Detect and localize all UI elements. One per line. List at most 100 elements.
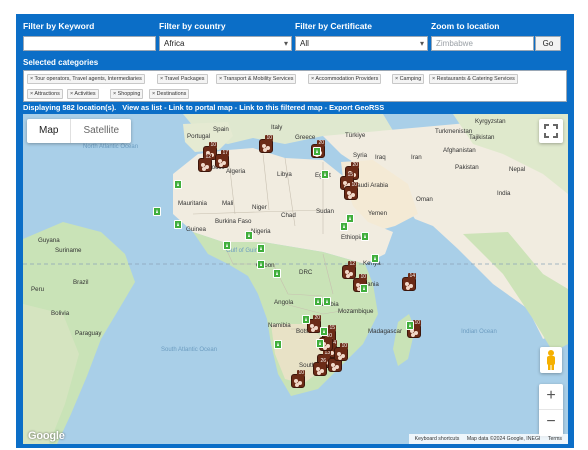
map-label-algeria: Algeria bbox=[226, 168, 246, 175]
location-cluster-marker[interactable]: 10 bbox=[344, 182, 358, 200]
location-pin[interactable] bbox=[323, 297, 331, 306]
map-label-indian-ocean: Indian Ocean bbox=[461, 329, 497, 335]
pegman-icon bbox=[547, 350, 555, 370]
street-view-pegman[interactable] bbox=[540, 347, 562, 373]
category-chip[interactable]: × Tour operators, Travel agents, Interme… bbox=[27, 74, 145, 84]
map-canvas[interactable]: Portugal Spain Italy Greece Türkiye Kyrg… bbox=[23, 114, 568, 444]
map-label-angola: Angola bbox=[274, 299, 294, 306]
satellite-view-button[interactable]: Satellite bbox=[70, 119, 131, 143]
zoom-location-label: Zoom to location bbox=[431, 21, 500, 31]
map-label-madagascar: Madagascar bbox=[368, 328, 403, 335]
map-label-pakistan: Pakistan bbox=[455, 164, 479, 171]
cluster-count: 12 bbox=[348, 261, 356, 267]
terms-link[interactable]: Terms bbox=[548, 436, 562, 442]
location-cluster-marker[interactable]: 10 bbox=[259, 135, 273, 153]
location-pin[interactable] bbox=[257, 260, 265, 269]
location-pin[interactable] bbox=[346, 214, 354, 223]
location-pin[interactable] bbox=[360, 284, 368, 293]
map-label-chad: Chad bbox=[281, 212, 296, 219]
map-label-mozambique: Mozambique bbox=[338, 308, 374, 315]
location-cluster-marker[interactable]: 10 bbox=[291, 370, 305, 388]
location-pin[interactable] bbox=[340, 222, 348, 231]
location-pin[interactable] bbox=[320, 327, 328, 336]
map-label-nigeria: Nigeria bbox=[251, 228, 271, 235]
map-label-nepal: Nepal bbox=[509, 166, 526, 173]
cluster-count: 14 bbox=[408, 273, 416, 279]
map-label-greece: Greece bbox=[295, 134, 316, 141]
location-cluster-marker[interactable]: 12 bbox=[342, 261, 356, 279]
filter-panel: Filter by Keyword Filter by country Afri… bbox=[16, 14, 574, 448]
map-base bbox=[23, 114, 568, 444]
zoom-location-input[interactable]: Zimbabwe bbox=[431, 36, 534, 51]
map-links[interactable]: View as list - Link to portal map - Link… bbox=[122, 103, 384, 112]
map-label-iran: Iran bbox=[411, 154, 422, 161]
map-label-suriname: Suriname bbox=[55, 247, 82, 254]
results-status: Displaying 582 location(s). View as list… bbox=[23, 103, 384, 112]
category-chip[interactable]: × Shopping bbox=[110, 89, 144, 99]
location-pin[interactable] bbox=[273, 269, 281, 278]
map-label-turkmenistan: Turkmenistan bbox=[435, 128, 473, 135]
cluster-count: 12 bbox=[204, 154, 212, 160]
location-pin[interactable] bbox=[223, 241, 231, 250]
map-label-kyrgyzstan: Kyrgyzstan bbox=[475, 118, 506, 125]
category-chip[interactable]: × Travel Packages bbox=[157, 74, 208, 84]
map-label-paraguay: Paraguay bbox=[75, 330, 102, 337]
location-pin[interactable] bbox=[314, 297, 322, 306]
location-pin[interactable] bbox=[257, 244, 265, 253]
location-pin[interactable] bbox=[371, 254, 379, 263]
location-cluster-marker[interactable]: 12 bbox=[198, 154, 212, 172]
map-label-spain: Spain bbox=[213, 126, 229, 133]
map-label-turkey: Türkiye bbox=[345, 132, 366, 139]
location-cluster-marker[interactable]: 17 bbox=[215, 150, 229, 168]
location-pin[interactable] bbox=[153, 207, 161, 216]
location-pin[interactable] bbox=[321, 170, 329, 179]
location-pin[interactable] bbox=[274, 340, 282, 349]
location-pin[interactable] bbox=[406, 321, 414, 330]
category-chip[interactable]: × Restaurants & Catering Services bbox=[429, 74, 518, 84]
zoom-out-button[interactable]: − bbox=[539, 410, 563, 436]
location-pin[interactable] bbox=[302, 315, 310, 324]
map-label-iraq: Iraq bbox=[375, 154, 386, 161]
location-cluster-marker[interactable]: 14 bbox=[402, 273, 416, 291]
displaying-count: Displaying 582 location(s). bbox=[23, 103, 117, 112]
country-filter-label: Filter by country bbox=[159, 21, 226, 31]
location-pin[interactable] bbox=[174, 220, 182, 229]
go-button[interactable]: Go bbox=[535, 36, 561, 51]
cluster-count: 10 bbox=[265, 135, 273, 141]
location-pin[interactable] bbox=[245, 231, 253, 240]
category-chip[interactable]: × Attractions bbox=[27, 89, 63, 99]
category-chip[interactable]: × Destinations bbox=[149, 89, 190, 99]
map-label-portugal: Portugal bbox=[187, 133, 211, 140]
cluster-count: 26 bbox=[319, 358, 327, 364]
location-pin[interactable] bbox=[313, 147, 321, 156]
map-label-mauritania: Mauritania bbox=[178, 200, 207, 207]
zoom-in-button[interactable]: + bbox=[539, 384, 563, 410]
zoom-control: + − bbox=[539, 384, 563, 436]
certificate-select[interactable]: All bbox=[295, 36, 428, 51]
keyboard-shortcuts-link[interactable]: Keyboard shortcuts bbox=[415, 436, 460, 442]
map-label-guyana: Guyana bbox=[38, 237, 60, 244]
map-view-button[interactable]: Map bbox=[27, 119, 70, 143]
category-chip[interactable]: × Transport & Mobility Services bbox=[216, 74, 297, 84]
location-pin[interactable] bbox=[174, 180, 182, 189]
location-pin[interactable] bbox=[361, 232, 369, 241]
fullscreen-button[interactable] bbox=[539, 119, 563, 143]
cluster-count: 15 bbox=[346, 172, 354, 178]
country-select[interactable]: Africa bbox=[159, 36, 292, 51]
map-label-sudan: Sudan bbox=[316, 208, 334, 215]
map-label-brazil: Brazil bbox=[73, 279, 89, 286]
keyword-input[interactable] bbox=[23, 36, 156, 51]
certificate-filter-label: Filter by Certificate bbox=[295, 21, 372, 31]
location-pin[interactable] bbox=[316, 339, 324, 348]
fullscreen-icon bbox=[544, 124, 558, 138]
category-chip[interactable]: × Camping bbox=[392, 74, 425, 84]
category-chip[interactable]: × Accommodation Providers bbox=[308, 74, 382, 84]
cluster-count: 10 bbox=[209, 142, 217, 148]
category-chip[interactable]: × Activities bbox=[67, 89, 99, 99]
map-label-oman: Oman bbox=[416, 196, 433, 203]
location-cluster-marker[interactable]: 26 bbox=[313, 358, 327, 376]
cluster-count: 10 bbox=[297, 370, 305, 376]
cluster-count: 10 bbox=[413, 320, 421, 326]
cluster-count: 20 bbox=[317, 140, 325, 146]
location-cluster-marker[interactable]: 10 bbox=[334, 343, 348, 361]
